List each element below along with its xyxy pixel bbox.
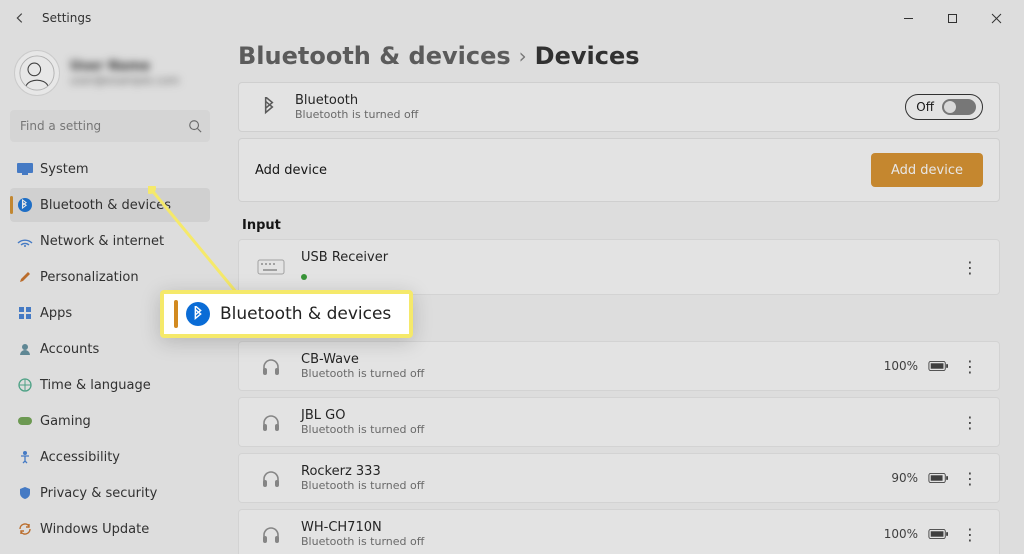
title-bar: Settings bbox=[0, 0, 1024, 36]
chevron-right-icon: › bbox=[519, 44, 527, 68]
nav-gaming[interactable]: Gaming bbox=[10, 404, 210, 438]
device-cb-wave[interactable]: CB-Wave Bluetooth is turned off 100% bbox=[238, 341, 1000, 391]
section-heading-input: Input bbox=[242, 218, 1000, 233]
breadcrumb-current: Devices bbox=[535, 42, 640, 70]
breadcrumb-parent[interactable]: Bluetooth & devices bbox=[238, 42, 511, 70]
globe-icon bbox=[16, 376, 34, 394]
nav-label: Windows Update bbox=[40, 522, 149, 537]
system-icon bbox=[16, 160, 34, 178]
person-icon bbox=[16, 340, 34, 358]
headphones-icon bbox=[255, 410, 287, 434]
device-name: WH-CH710N bbox=[301, 520, 424, 535]
bluetooth-title: Bluetooth bbox=[295, 93, 418, 108]
device-status: Bluetooth is turned off bbox=[301, 535, 424, 548]
update-icon bbox=[16, 520, 34, 538]
keyboard-icon bbox=[255, 255, 287, 279]
device-jbl-go[interactable]: JBL GO Bluetooth is turned off bbox=[238, 397, 1000, 447]
maximize-button[interactable] bbox=[930, 0, 974, 36]
device-status: Bluetooth is turned off bbox=[301, 479, 424, 492]
battery-percent: 90% bbox=[891, 471, 918, 485]
battery-percent: 100% bbox=[884, 359, 918, 373]
nav-time-language[interactable]: Time & language bbox=[10, 368, 210, 402]
network-icon bbox=[16, 232, 34, 250]
nav-label: Apps bbox=[40, 306, 72, 321]
breadcrumb: Bluetooth & devices › Devices bbox=[238, 42, 1000, 70]
gaming-icon bbox=[16, 412, 34, 430]
battery-icon bbox=[928, 357, 948, 376]
profile-name: User Name bbox=[70, 59, 179, 74]
shield-icon bbox=[16, 484, 34, 502]
search-box[interactable] bbox=[10, 110, 210, 142]
device-usb-receiver[interactable]: USB Receiver bbox=[238, 239, 1000, 295]
nav-label: Bluetooth & devices bbox=[40, 198, 171, 213]
minimize-button[interactable] bbox=[886, 0, 930, 36]
nav-label: Gaming bbox=[40, 414, 91, 429]
battery-percent: 100% bbox=[884, 527, 918, 541]
window-title: Settings bbox=[42, 11, 91, 25]
search-input[interactable] bbox=[10, 110, 210, 142]
device-name: Rockerz 333 bbox=[301, 464, 424, 479]
close-button[interactable] bbox=[974, 0, 1018, 36]
connected-dot-icon bbox=[301, 274, 307, 280]
nav-personalization[interactable]: Personalization bbox=[10, 260, 210, 294]
nav-label: Network & internet bbox=[40, 234, 164, 249]
apps-icon bbox=[16, 304, 34, 322]
search-icon bbox=[188, 118, 202, 137]
nav-label: Privacy & security bbox=[40, 486, 157, 501]
brush-icon bbox=[16, 268, 34, 286]
nav-privacy[interactable]: Privacy & security bbox=[10, 476, 210, 510]
back-button[interactable] bbox=[6, 4, 34, 32]
toggle-label: Off bbox=[916, 100, 934, 114]
battery-icon bbox=[928, 525, 948, 544]
nav-windows-update[interactable]: Windows Update bbox=[10, 512, 210, 546]
device-rockerz-333[interactable]: Rockerz 333 Bluetooth is turned off 90% bbox=[238, 453, 1000, 503]
nav-list: System Bluetooth & devices Network & int… bbox=[10, 152, 210, 546]
nav-label: Time & language bbox=[40, 378, 151, 393]
device-status: Bluetooth is turned off bbox=[301, 423, 424, 436]
bluetooth-subtitle: Bluetooth is turned off bbox=[295, 108, 418, 121]
device-name: CB-Wave bbox=[301, 352, 424, 367]
device-status: Bluetooth is turned off bbox=[301, 367, 424, 380]
profile-email: user@example.com bbox=[70, 74, 179, 87]
nav-label: Personalization bbox=[40, 270, 139, 285]
bluetooth-icon bbox=[16, 196, 34, 214]
nav-label: Accounts bbox=[40, 342, 99, 357]
annotation-callout: Bluetooth & devices bbox=[160, 290, 413, 338]
nav-network[interactable]: Network & internet bbox=[10, 224, 210, 258]
nav-system[interactable]: System bbox=[10, 152, 210, 186]
nav-label: Accessibility bbox=[40, 450, 120, 465]
battery-icon bbox=[928, 469, 948, 488]
headphones-icon bbox=[255, 522, 287, 546]
nav-label: System bbox=[40, 162, 88, 177]
avatar bbox=[14, 50, 60, 96]
add-device-button[interactable]: Add device bbox=[871, 153, 983, 187]
device-menu-button[interactable] bbox=[958, 469, 983, 488]
nav-bluetooth-devices[interactable]: Bluetooth & devices bbox=[10, 188, 210, 222]
bluetooth-icon bbox=[255, 93, 283, 121]
device-wh-ch710n[interactable]: WH-CH710N Bluetooth is turned off 100% bbox=[238, 509, 1000, 554]
device-name: USB Receiver bbox=[301, 250, 388, 265]
bluetooth-toggle-card: Bluetooth Bluetooth is turned off Off bbox=[238, 82, 1000, 132]
accessibility-icon bbox=[16, 448, 34, 466]
callout-label: Bluetooth & devices bbox=[220, 304, 391, 324]
headphones-icon bbox=[255, 466, 287, 490]
headphones-icon bbox=[255, 354, 287, 378]
nav-accessibility[interactable]: Accessibility bbox=[10, 440, 210, 474]
add-device-label: Add device bbox=[255, 163, 327, 178]
device-menu-button[interactable] bbox=[958, 258, 983, 277]
device-menu-button[interactable] bbox=[958, 357, 983, 376]
bluetooth-icon bbox=[186, 302, 210, 326]
device-menu-button[interactable] bbox=[958, 525, 983, 544]
toggle-track bbox=[942, 99, 976, 115]
profile-block[interactable]: User Name user@example.com bbox=[10, 44, 210, 110]
device-name: JBL GO bbox=[301, 408, 424, 423]
bluetooth-toggle[interactable]: Off bbox=[905, 94, 983, 120]
add-device-row: Add device Add device bbox=[238, 138, 1000, 202]
device-menu-button[interactable] bbox=[958, 413, 983, 432]
